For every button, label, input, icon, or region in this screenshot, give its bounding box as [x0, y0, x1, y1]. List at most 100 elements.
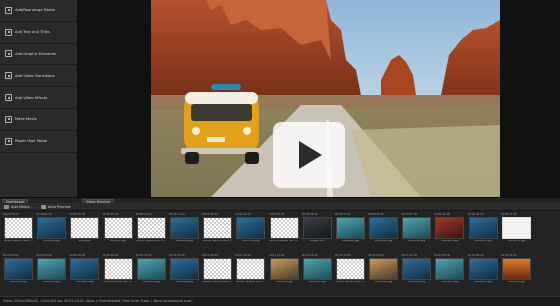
thumbnail-filename: DSC09024.jpg: [175, 240, 193, 242]
thumbnail-image: [136, 217, 166, 239]
sidebar-item-label: Add Video Effects: [15, 95, 48, 100]
thumbnail-filename: M0456 Yellow & Text Ti...: [202, 281, 233, 283]
thumbnail-image: [435, 217, 465, 239]
thumbnail-filename: DSC09213.jpg: [275, 281, 293, 283]
media-thumbnail[interactable]: 00:00:37.00 DSC07481.jpg: [401, 213, 432, 253]
thumbnail-image: [501, 217, 531, 239]
thumbnail-filename: M0456 Yellow & Text Ti...: [103, 281, 133, 283]
media-thumbnail[interactable]: 00:00:01.00 DSC09015.jpg: [36, 213, 67, 253]
media-thumbnail[interactable]: 00:01:22.00 DSC09062.jpg: [401, 254, 432, 294]
thumbnail-filename: DSC09123.jpg: [43, 281, 61, 283]
media-thumbnail[interactable]: 00:00:35.00 DSC09021.jpg: [368, 213, 399, 253]
media-thumbnail[interactable]: 00:01:28.00 DSC09072.jpg: [468, 254, 499, 294]
media-thumbnail[interactable]: 00:00:44.00 DSC09711.jpg: [468, 213, 499, 253]
media-thumbnail[interactable]: 00:01:15.00 DSC09011.jpg: [302, 254, 333, 294]
thumbnail-filename: DSC09051.jpg: [441, 281, 459, 283]
media-icon: [5, 6, 12, 14]
thumbnail-image: [302, 217, 332, 239]
thumbnail-image: [169, 258, 199, 280]
thumbnail-filename: M0456 Yellow & Text Ti...: [202, 240, 233, 242]
sidebar-item-0[interactable]: Add/Rearrange Media: [0, 0, 77, 22]
sidebar-item-3[interactable]: Add Video Transitions: [0, 65, 77, 88]
auto-preview-toggle[interactable]: Auto Preview: [40, 204, 71, 209]
media-thumbnail[interactable]: 00:01:25.00 DSC09051.jpg: [434, 254, 465, 294]
thumbnail-image: [402, 258, 432, 280]
thumbnail-filename: M0456 Yellow & Text Ti...: [335, 281, 366, 283]
sidebar-item-4[interactable]: Add Video Effects: [0, 87, 77, 109]
add-media-button[interactable]: Add Media...: [4, 204, 33, 209]
thumbnail-image: [37, 217, 67, 239]
sidebar-item-2[interactable]: Add Graphic Elements: [0, 44, 77, 66]
thumbnail-image: [203, 217, 233, 239]
graphic-icon: [5, 50, 12, 58]
sidebar-item-6[interactable]: Power User Mode: [0, 131, 77, 153]
media-thumbnail[interactable]: 00:00:50.00 DSC09055.jpg: [3, 254, 34, 294]
add-media-label: Add Media...: [11, 204, 33, 209]
media-thumbnail[interactable]: 00:01:08.00 M0456 Yellow & Text Ti...: [202, 254, 233, 294]
media-thumbnail[interactable]: 00:00:30.00 DSC09061.jpg: [335, 213, 366, 253]
effects-icon: [5, 94, 12, 102]
thumbnail-image: [203, 258, 233, 280]
thumbnail-image: [269, 258, 299, 280]
text-icon: [5, 28, 12, 36]
media-toolbar: Add Media... Auto Preview: [0, 203, 560, 211]
sidebar-item-label: Add/Rearrange Media: [15, 8, 55, 13]
thumbnail-filename: DSC09041.jpg: [375, 281, 393, 283]
media-thumbnail[interactable]: 00:00:25.00 M0456 Yellow & Text Ti...: [269, 213, 300, 253]
media-thumbnail[interactable]: 00:01:12.00 DSC09213.jpg: [269, 254, 300, 294]
sidebar-item-label: Add Video Transitions: [15, 73, 55, 78]
thumbnail-filename: DSC09015.jpg: [43, 240, 61, 242]
status-bar: Video: 1920x1080x32, 1,000,000 fps, 00:0…: [0, 296, 560, 306]
media-thumbnail[interactable]: 00:00:47.00 DSC09711.jpg: [501, 213, 532, 253]
media-thumbnail[interactable]: 00:00:14.00 DSC09024.jpg: [169, 213, 200, 253]
thumbnail-image: [468, 258, 498, 280]
media-thumbnail[interactable]: 00:00:28.00 unlog03.text: [302, 213, 333, 253]
thumbnail-image: [236, 258, 266, 280]
thumbnail-filename: DSC09011.jpg: [308, 281, 326, 283]
thumbnail-filename: DSC09062.jpg: [408, 281, 426, 283]
sidebar-item-label: Make Movie: [15, 117, 37, 122]
play-button[interactable]: [273, 122, 345, 188]
media-thumbnail[interactable]: 00:00:53.00 DSC09123.jpg: [36, 254, 67, 294]
thumbnail-image: [302, 258, 332, 280]
movie-icon: [5, 115, 12, 123]
gallery-row: 00:00:00.00 M0456 Yellow & Text Ti... 00:0…: [3, 213, 557, 253]
auto-preview-icon: [40, 204, 46, 209]
thumbnail-filename: DSC09044.jpg: [175, 281, 193, 283]
thumbnail-image: [103, 217, 133, 239]
thumbnail-filename: M0456 Yellow & Text Ti...: [236, 281, 266, 283]
thumbnail-image: [369, 258, 399, 280]
media-thumbnail[interactable]: 00:01:01.00 DSC09082.jpg: [136, 254, 167, 294]
power-user-icon: [5, 137, 12, 145]
media-thumbnail[interactable]: 00:00:59.00 M0456 Yellow & Text Ti...: [103, 254, 134, 294]
media-thumbnail[interactable]: 00:00:10.00 M0456 Yellow & Text Ti...: [136, 213, 167, 253]
media-thumbnail[interactable]: 00:00:40.00 DSC09072.jpg: [434, 213, 465, 253]
thumbnail-image: [70, 217, 100, 239]
sidebar-item-5[interactable]: Make Movie: [0, 109, 77, 131]
media-thumbnail[interactable]: 00:01:32.00 DSC09213.jpg: [501, 254, 532, 294]
media-thumbnail[interactable]: 00:00:20.00 DSC07461.jpg: [235, 213, 266, 253]
media-thumbnail[interactable]: 00:01:10.00 M0456 Yellow & Text Ti...: [235, 254, 266, 294]
thumbnail-image: [103, 258, 133, 280]
media-gallery: 00:00:00.00 M0456 Yellow & Text Ti... 00:0…: [0, 211, 560, 296]
media-thumbnail[interactable]: 00:01:18.00 M0456 Yellow & Text Ti...: [335, 254, 366, 294]
media-thumbnail[interactable]: 00:00:05.00 unlog.text: [69, 213, 100, 253]
sidebar-item-label: Power User Mode: [15, 139, 47, 144]
media-thumbnail[interactable]: 00:00:18.00 M0456 Yellow & Text Ti...: [202, 213, 233, 253]
sidebar-item-1[interactable]: Add Text and Titles: [0, 22, 77, 44]
media-thumbnail[interactable]: 00:00:07.00 launch01.jpg: [103, 213, 134, 253]
media-thumbnail[interactable]: 00:00:00.00 M0456 Yellow & Text Ti...: [3, 213, 34, 253]
media-thumbnail[interactable]: 00:01:20.00 DSC09041.jpg: [368, 254, 399, 294]
sidebar-item-label: Add Text and Titles: [15, 30, 50, 35]
thumbnail-image: [169, 217, 199, 239]
thumbnail-image: [468, 217, 498, 239]
thumbnail-image: [4, 217, 33, 239]
media-thumbnail[interactable]: 00:00:56.00 DSC09021.jpg: [69, 254, 100, 294]
thumbnail-filename: unlog.text: [78, 240, 91, 242]
play-icon: [299, 141, 322, 169]
add-media-icon: [4, 204, 9, 209]
thumbnail-filename: DSC09021.jpg: [76, 281, 94, 283]
thumbnail-filename: DSC09082.jpg: [142, 281, 160, 283]
media-thumbnail[interactable]: 00:01:05.00 DSC09044.jpg: [169, 254, 200, 294]
thumbnail-filename: DSC09061.jpg: [341, 240, 359, 242]
